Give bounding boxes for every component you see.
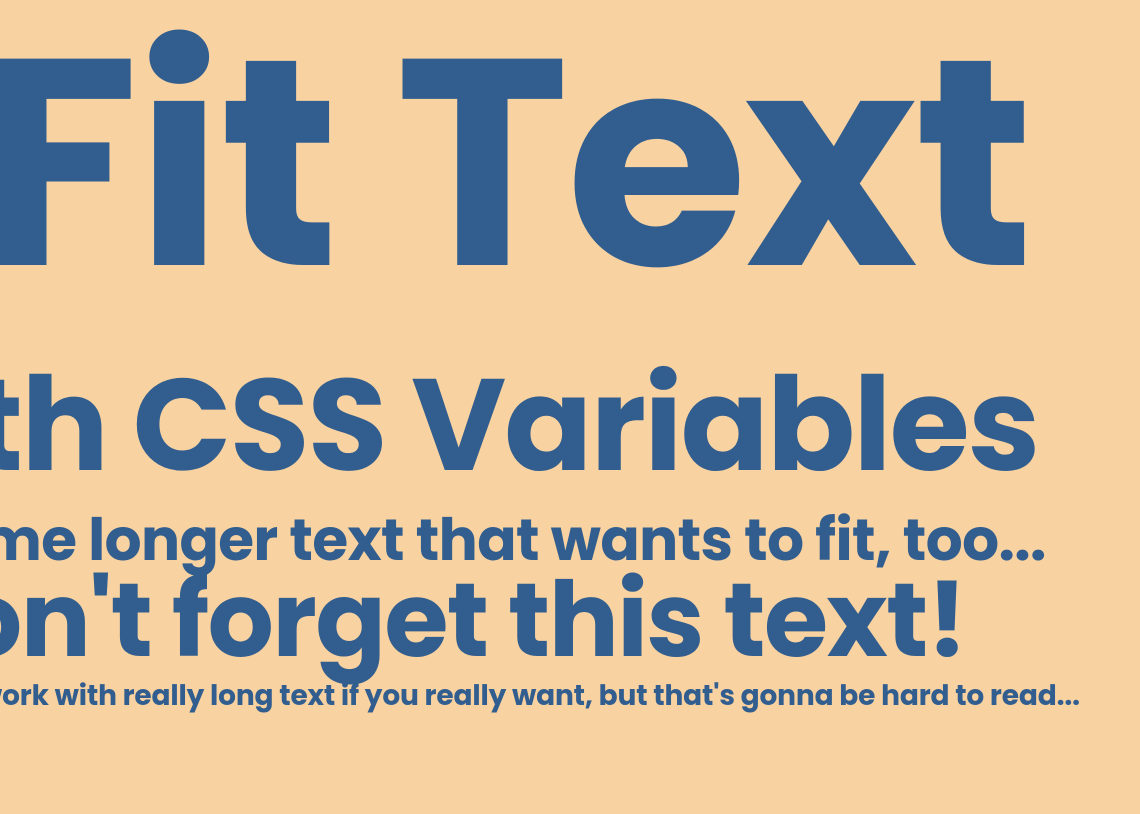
heading-line-2: ith CSS Variables: [0, 357, 1140, 494]
heading-line-5: work with really long text if you really…: [0, 681, 1140, 710]
heading-line-1: Fit Text: [0, 8, 1140, 317]
fit-text-demo: Fit Text ith CSS Variables ome longer te…: [0, 0, 1140, 814]
heading-line-4: on't forget this text!: [0, 566, 1140, 675]
